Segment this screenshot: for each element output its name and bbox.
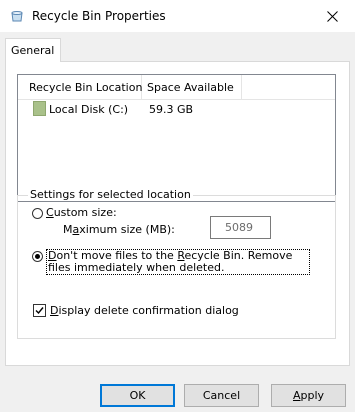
column-header-location[interactable]: Recycle Bin Location — [18, 75, 142, 99]
dont-move-radio[interactable] — [32, 251, 43, 262]
apply-button[interactable]: Apply — [271, 384, 346, 407]
list-item[interactable]: Local Disk (C:) 59.3 GB — [18, 101, 335, 119]
drive-icon — [33, 101, 46, 116]
space-available: 59.3 GB — [149, 103, 194, 116]
ok-button[interactable]: OK — [100, 384, 175, 407]
close-button[interactable] — [309, 0, 355, 32]
mnemonic: A — [292, 389, 301, 402]
label-text: isplay delete confirmation dialog — [58, 304, 239, 317]
label-text: ximum size (MB): — [79, 223, 175, 236]
cancel-button[interactable]: Cancel — [184, 384, 259, 407]
column-header-space[interactable]: Space Available — [142, 75, 242, 99]
custom-size-radio[interactable] — [32, 208, 43, 219]
tab-panel-general: Recycle Bin Location Space Available Loc… — [5, 61, 350, 366]
close-icon — [326, 10, 338, 22]
list-header: Recycle Bin Location Space Available — [18, 75, 335, 100]
recycle-bin-icon — [11, 11, 23, 22]
window-title: Recycle Bin Properties — [32, 9, 166, 23]
confirm-dialog-label[interactable]: Display delete confirmation dialog — [50, 304, 239, 317]
max-size-input[interactable]: 5089 — [210, 216, 271, 239]
location-list[interactable]: Recycle Bin Location Space Available Loc… — [17, 74, 336, 202]
confirm-dialog-checkbox[interactable] — [33, 304, 46, 317]
max-size-label: Maximum size (MB): — [63, 223, 175, 236]
custom-size-label[interactable]: Custom size: — [46, 206, 117, 219]
label-text: ustom size: — [53, 206, 117, 219]
dont-move-label[interactable]: Don't move files to the Recycle Bin. Rem… — [46, 249, 310, 275]
label-text: M — [63, 223, 73, 236]
location-name: Local Disk (C:) — [49, 103, 129, 116]
label-text: pply — [300, 389, 325, 402]
settings-group-label: Settings for selected location — [28, 188, 193, 201]
title-bar: Recycle Bin Properties — [0, 0, 355, 32]
tab-general[interactable]: General — [5, 38, 61, 62]
checkmark-icon — [35, 307, 44, 315]
mnemonic: C — [46, 206, 54, 219]
